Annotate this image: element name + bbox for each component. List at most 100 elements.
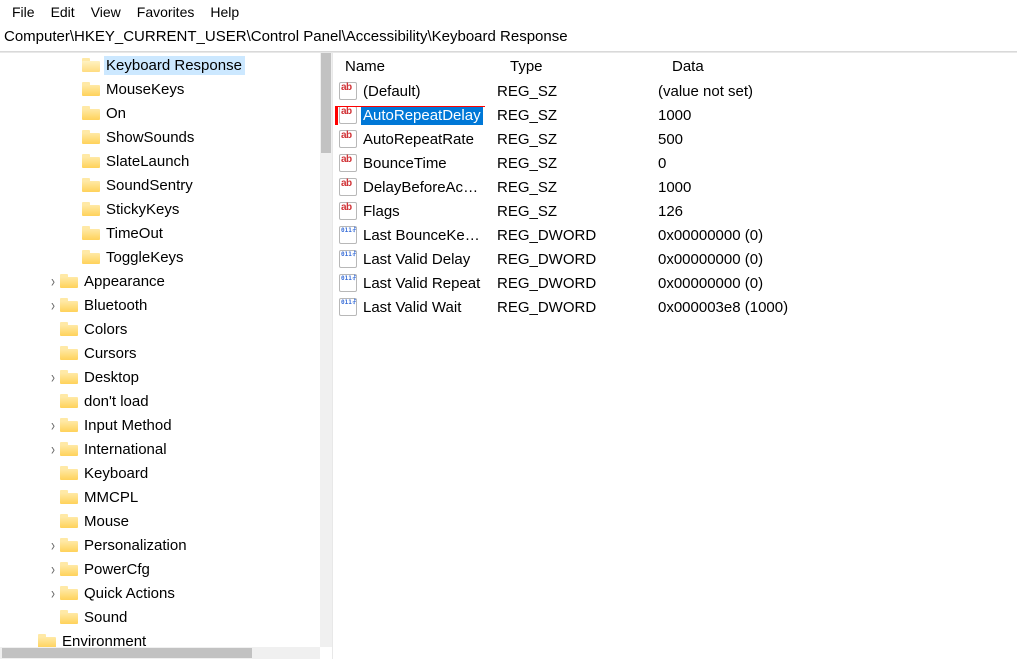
tree-item-label: ShowSounds: [104, 128, 197, 147]
value-name: Last BounceKey ...: [361, 226, 483, 245]
string-value-icon: [339, 202, 357, 220]
menu-view[interactable]: View: [83, 2, 129, 22]
tree-item[interactable]: Keyboard Response: [0, 53, 320, 77]
value-row[interactable]: BounceTimeREG_SZ0: [333, 151, 1017, 175]
expand-icon[interactable]: ›: [46, 367, 60, 387]
value-row[interactable]: Last Valid WaitREG_DWORD0x000003e8 (1000…: [333, 295, 1017, 319]
expand-icon[interactable]: ›: [46, 271, 60, 291]
values-list[interactable]: (Default)REG_SZ(value not set)AutoRepeat…: [333, 79, 1017, 319]
value-name: AutoRepeatDelay: [361, 106, 483, 125]
folder-icon: [60, 490, 78, 504]
menu-edit[interactable]: Edit: [43, 2, 83, 22]
value-row[interactable]: Last Valid DelayREG_DWORD0x00000000 (0): [333, 247, 1017, 271]
tree-item[interactable]: › PowerCfg: [0, 557, 320, 581]
tree-item-label: Environment: [60, 632, 149, 648]
folder-icon: [60, 346, 78, 360]
string-value-icon: [339, 130, 357, 148]
tree-item-label: SoundSentry: [104, 176, 196, 195]
expand-icon[interactable]: ›: [46, 535, 60, 555]
workspace: Keyboard ResponseMouseKeysOn ShowSounds Sl…: [0, 52, 1017, 659]
address-bar[interactable]: Computer\HKEY_CURRENT_USER\Control Panel…: [0, 24, 1017, 52]
tree-item-label: SlateLaunch: [104, 152, 192, 171]
folder-icon: [82, 154, 100, 168]
expand-icon[interactable]: ›: [46, 295, 60, 315]
value-row[interactable]: Last Valid RepeatREG_DWORD0x00000000 (0): [333, 271, 1017, 295]
value-type: REG_SZ: [485, 83, 646, 100]
menu-file[interactable]: File: [4, 2, 43, 22]
tree-horizontal-scrollbar[interactable]: [0, 647, 320, 659]
value-data: (value not set): [646, 83, 1017, 100]
tree-item[interactable]: StickyKeys: [0, 197, 320, 221]
expand-icon[interactable]: ›: [46, 439, 60, 459]
folder-icon: [60, 442, 78, 456]
tree-item[interactable]: ›Bluetooth: [0, 293, 320, 317]
tree-item[interactable]: Sound: [0, 605, 320, 629]
tree-item[interactable]: MMCPL: [0, 485, 320, 509]
tree-item[interactable]: Colors: [0, 317, 320, 341]
tree-item[interactable]: ›Quick Actions: [0, 581, 320, 605]
tree-item[interactable]: Keyboard: [0, 461, 320, 485]
list-header: Name Type Data: [333, 53, 1017, 79]
value-name: Last Valid Repeat: [361, 274, 482, 293]
tree-item[interactable]: ›Personalization: [0, 533, 320, 557]
tree-item[interactable]: Mouse: [0, 509, 320, 533]
value-data: 500: [646, 131, 1017, 148]
tree-item[interactable]: ShowSounds: [0, 125, 320, 149]
value-type: REG_SZ: [485, 203, 646, 220]
list-pane: Name Type Data (Default)REG_SZ(value not…: [333, 53, 1017, 659]
folder-icon: [82, 226, 100, 240]
column-header-name[interactable]: Name: [333, 53, 498, 79]
folder-icon: [82, 202, 100, 216]
value-data: 0x00000000 (0): [646, 275, 1017, 292]
tree-item-label: Desktop: [82, 368, 142, 387]
value-type: REG_SZ: [485, 131, 646, 148]
folder-icon: [82, 178, 100, 192]
tree-item[interactable]: Cursors: [0, 341, 320, 365]
tree-view[interactable]: Keyboard ResponseMouseKeysOn ShowSounds Sl…: [0, 53, 320, 647]
tree-item[interactable]: SoundSentry: [0, 173, 320, 197]
value-type: REG_SZ: [485, 155, 646, 172]
string-value-icon: [339, 154, 357, 172]
folder-icon: [82, 250, 100, 264]
tree-item[interactable]: Environment: [0, 629, 320, 647]
value-name: Last Valid Delay: [361, 250, 472, 269]
menu-favorites[interactable]: Favorites: [129, 2, 203, 22]
tree-item[interactable]: ToggleKeys: [0, 245, 320, 269]
folder-icon: [60, 610, 78, 624]
value-row[interactable]: AutoRepeatRateREG_SZ500: [333, 127, 1017, 151]
tree-item[interactable]: SlateLaunch: [0, 149, 320, 173]
folder-icon: [82, 82, 100, 96]
tree-item[interactable]: ›International: [0, 437, 320, 461]
column-header-data[interactable]: Data: [660, 53, 1017, 79]
value-row[interactable]: FlagsREG_SZ126: [333, 199, 1017, 223]
tree-vertical-scrollbar[interactable]: [320, 53, 332, 647]
folder-icon: [60, 394, 78, 408]
value-row[interactable]: Last BounceKey ...REG_DWORD0x00000000 (0…: [333, 223, 1017, 247]
value-row[interactable]: (Default) REG_SZ(value not set): [333, 79, 1017, 103]
scrollbar-thumb[interactable]: [2, 648, 252, 658]
tree-item[interactable]: › Appearance: [0, 269, 320, 293]
expand-icon[interactable]: ›: [46, 583, 60, 603]
string-value-icon: [339, 178, 357, 196]
tree-item[interactable]: On: [0, 101, 320, 125]
tree-item[interactable]: don't load: [0, 389, 320, 413]
tree-item-label: PowerCfg: [82, 560, 153, 579]
value-row[interactable]: AutoRepeatDelayREG_SZ1000: [333, 103, 1017, 127]
value-name: (Default): [361, 82, 423, 101]
folder-icon: [82, 106, 100, 120]
dword-value-icon: [339, 226, 357, 244]
tree-item-label: Keyboard: [82, 464, 151, 483]
tree-item[interactable]: MouseKeys: [0, 77, 320, 101]
tree-item[interactable]: TimeOut: [0, 221, 320, 245]
tree-item-label: Appearance: [82, 272, 168, 291]
scrollbar-thumb[interactable]: [321, 53, 331, 153]
tree-item-label: StickyKeys: [104, 200, 182, 219]
menu-help[interactable]: Help: [202, 2, 247, 22]
column-header-type[interactable]: Type: [498, 53, 660, 79]
folder-icon: [60, 298, 78, 312]
expand-icon[interactable]: ›: [46, 559, 60, 579]
value-row[interactable]: DelayBeforeAcc...REG_SZ1000: [333, 175, 1017, 199]
expand-icon[interactable]: ›: [46, 415, 60, 435]
tree-item[interactable]: ›Input Method: [0, 413, 320, 437]
tree-item[interactable]: › Desktop: [0, 365, 320, 389]
